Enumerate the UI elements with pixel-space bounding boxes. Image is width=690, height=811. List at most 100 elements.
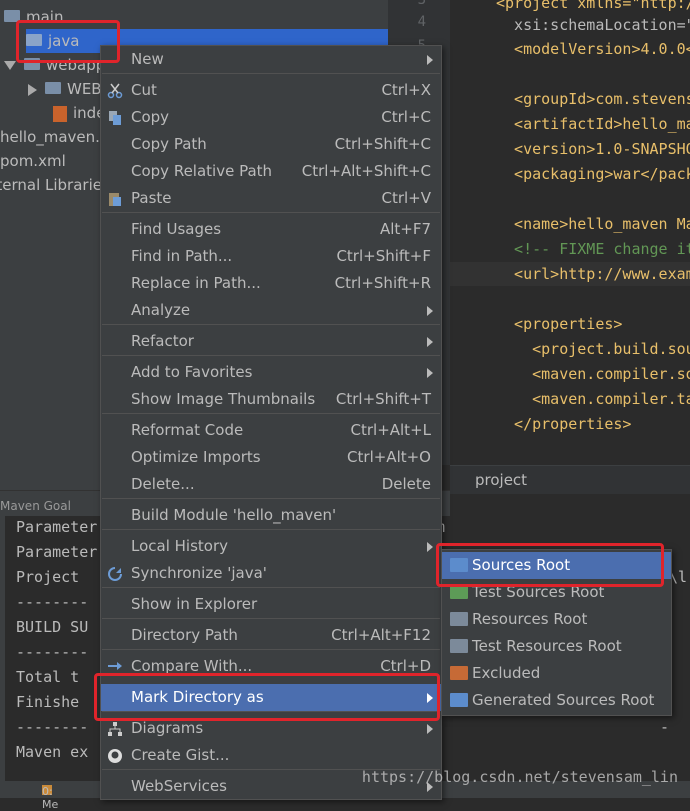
submenu-arrow-icon (427, 306, 433, 316)
menu-item-show-image-thumbnails[interactable]: Show Image Thumbnails Ctrl+Shift+T (101, 386, 441, 413)
menu-item-find-in-path[interactable]: Find in Path... Ctrl+Shift+F (101, 243, 441, 270)
submenu-arrow-icon (427, 724, 433, 734)
code-line: xsi:schemaLocation="http://maven.apache.… (514, 16, 690, 34)
line-number: 4 (417, 14, 426, 30)
menu-separator (102, 212, 440, 213)
submenu-item-generated-sources-root[interactable]: Generated Sources Root (442, 687, 671, 714)
menu-item-label: Copy Path (131, 135, 207, 153)
folder-icon (450, 666, 468, 680)
breadcrumb-item[interactable]: project (475, 471, 527, 489)
collapse-arrow-icon[interactable] (28, 83, 37, 96)
menu-item-shortcut: Ctrl+Shift+T (335, 390, 431, 408)
menu-item-shortcut: Ctrl+Alt+L (350, 421, 432, 439)
menu-item-reformat-code[interactable]: Reformat Code Ctrl+Alt+L (101, 417, 441, 444)
menu-item-shortcut: Ctrl+Alt+O (347, 448, 431, 466)
menu-item-optimize-imports[interactable]: Optimize Imports Ctrl+Alt+O (101, 444, 441, 471)
menu-item-delete[interactable]: Delete... Delete (101, 471, 441, 498)
menu-item-find-usages[interactable]: Find Usages Alt+F7 (101, 216, 441, 243)
code-line: </properties> (496, 415, 632, 433)
menu-item-shortcut: Ctrl+Alt+F12 (331, 626, 431, 644)
paste-icon (109, 193, 121, 206)
menu-item-create-gist[interactable]: Create Gist... (101, 742, 441, 769)
submenu-item-label: Resources Root (472, 610, 588, 628)
menu-separator (102, 498, 440, 499)
menu-item-copy-path[interactable]: Copy Path Ctrl+Shift+C (101, 131, 441, 158)
code-line: <project xmlns="http://maven.apache.org/… (496, 0, 690, 12)
menu-item-label: Copy Relative Path (131, 162, 273, 180)
menu-item-label: WebServices (131, 777, 227, 795)
console-line: BUILD SU (16, 618, 89, 636)
menu-separator (102, 324, 440, 325)
sync-icon (108, 567, 122, 581)
console-line: Parameter: (16, 518, 107, 536)
menu-item-analyze[interactable]: Analyze (101, 297, 441, 324)
code-line: <packaging>war</packaging> (514, 165, 690, 183)
submenu-item-label: Test Resources Root (472, 637, 622, 655)
menu-item-show-in-explorer[interactable]: Show in Explorer (101, 591, 441, 618)
menu-item-shortcut: Alt+F7 (379, 220, 431, 238)
folder-icon (450, 693, 468, 707)
diagram-icon (108, 722, 122, 736)
menu-item-label: Show in Explorer (131, 595, 258, 613)
console-line: -------- (16, 718, 89, 736)
menu-item-label: Delete... (131, 475, 195, 493)
submenu-item-excluded[interactable]: Excluded (442, 660, 671, 687)
submenu-item-label: Excluded (472, 664, 541, 682)
menu-item-refactor[interactable]: Refactor (101, 328, 441, 355)
menu-item-label: Find Usages (131, 220, 222, 238)
code-line: <groupId>com.stevensam</groupId> (514, 90, 690, 108)
menu-item-label: Refactor (131, 332, 194, 350)
menu-separator (102, 413, 440, 414)
menu-item-synchronize-java[interactable]: Synchronize 'java' (101, 560, 441, 587)
line-number: 3 (417, 0, 426, 8)
code-line: <maven.compiler.target> (532, 390, 690, 408)
submenu-item-label: Generated Sources Root (472, 691, 655, 709)
submenu-arrow-icon (427, 368, 433, 378)
menu-item-label: Analyze (131, 301, 191, 319)
menu-item-label: Optimize Imports (131, 448, 261, 466)
console-line: Project (16, 568, 80, 586)
submenu-item-resources-root[interactable]: Resources Root (442, 606, 671, 633)
expand-arrow-icon[interactable] (4, 61, 16, 70)
tree-item-external-libraries[interactable]: External Libraries (0, 173, 110, 197)
menu-item-shortcut: Ctrl+Alt+Shift+C (301, 162, 431, 180)
highlight-sources-root (436, 543, 664, 587)
menu-item-shortcut: Ctrl+Shift+F (336, 247, 431, 265)
menu-separator (102, 618, 440, 619)
code-line: <properties> (496, 315, 623, 333)
code-line: <modelVersion>4.0.0</modelVersion> (514, 40, 690, 58)
menu-item-paste[interactable]: Paste Ctrl+V (101, 185, 441, 212)
console-line: Parameter: (16, 543, 107, 561)
code-line: <maven.compiler.source> (532, 365, 690, 383)
menu-item-cut[interactable]: Cut Ctrl+X (101, 77, 441, 104)
menu-item-label: Build Module 'hello_maven' (131, 506, 337, 524)
console-line: -------- (16, 593, 89, 611)
code-editor[interactable]: <project xmlns="http://maven.apache.org/… (450, 0, 690, 465)
menu-separator (102, 73, 440, 74)
menu-item-shortcut: Ctrl+Shift+R (334, 274, 431, 292)
run-panel-title: Maven Goal (0, 499, 71, 513)
menu-item-label: Reformat Code (131, 421, 244, 439)
submenu-item-test-resources-root[interactable]: Test Resources Root (442, 633, 671, 660)
highlight-mark-directory (94, 673, 440, 721)
menu-item-replace-in-path[interactable]: Replace in Path... Ctrl+Shift+R (101, 270, 441, 297)
menu-item-copy[interactable]: Copy Ctrl+C (101, 104, 441, 131)
menu-item-label: Copy (131, 108, 170, 126)
menu-item-shortcut: Ctrl+V (381, 189, 431, 207)
menu-item-label: Local History (131, 537, 229, 555)
menu-item-directory-path[interactable]: Directory Path Ctrl+Alt+F12 (101, 622, 441, 649)
menu-item-copy-relative-path[interactable]: Copy Relative Path Ctrl+Alt+Shift+C (101, 158, 441, 185)
menu-item-add-to-favorites[interactable]: Add to Favorites (101, 359, 441, 386)
menu-item-local-history[interactable]: Local History (101, 533, 441, 560)
breadcrumb[interactable]: project (450, 465, 690, 494)
menu-item-label: Add to Favorites (131, 363, 253, 381)
console-line: Total t (16, 668, 80, 686)
menu-item-label: Paste (131, 189, 172, 207)
tree-item-pom[interactable]: pom.xml (0, 149, 66, 173)
run-toolbar (0, 516, 5, 781)
menu-separator (102, 355, 440, 356)
code-line: <name>hello_maven Maven Webapp</name> (514, 215, 690, 233)
menu-item-build-module-hello-maven[interactable]: Build Module 'hello_maven' (101, 502, 441, 529)
watermark: https://blog.csdn.net/stevensam_lin (361, 768, 678, 786)
menu-item-new[interactable]: New (101, 46, 441, 73)
